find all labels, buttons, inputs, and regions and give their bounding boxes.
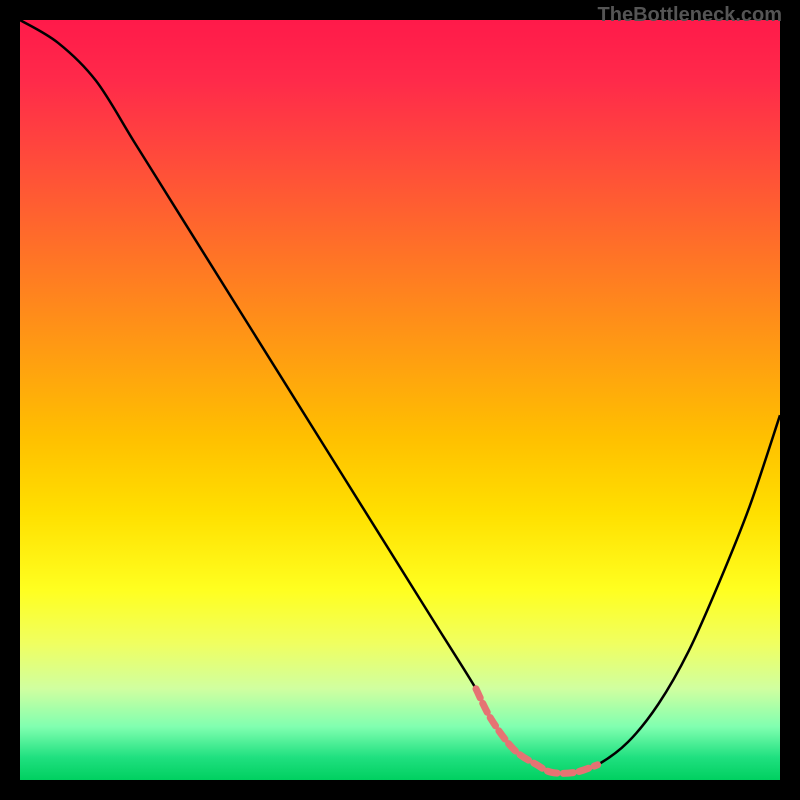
plot-area bbox=[20, 20, 780, 780]
watermark-text: TheBottleneck.com bbox=[598, 4, 782, 27]
curve-layer bbox=[20, 20, 780, 780]
bottleneck-curve bbox=[20, 20, 780, 773]
optimal-range-highlight bbox=[476, 689, 598, 774]
